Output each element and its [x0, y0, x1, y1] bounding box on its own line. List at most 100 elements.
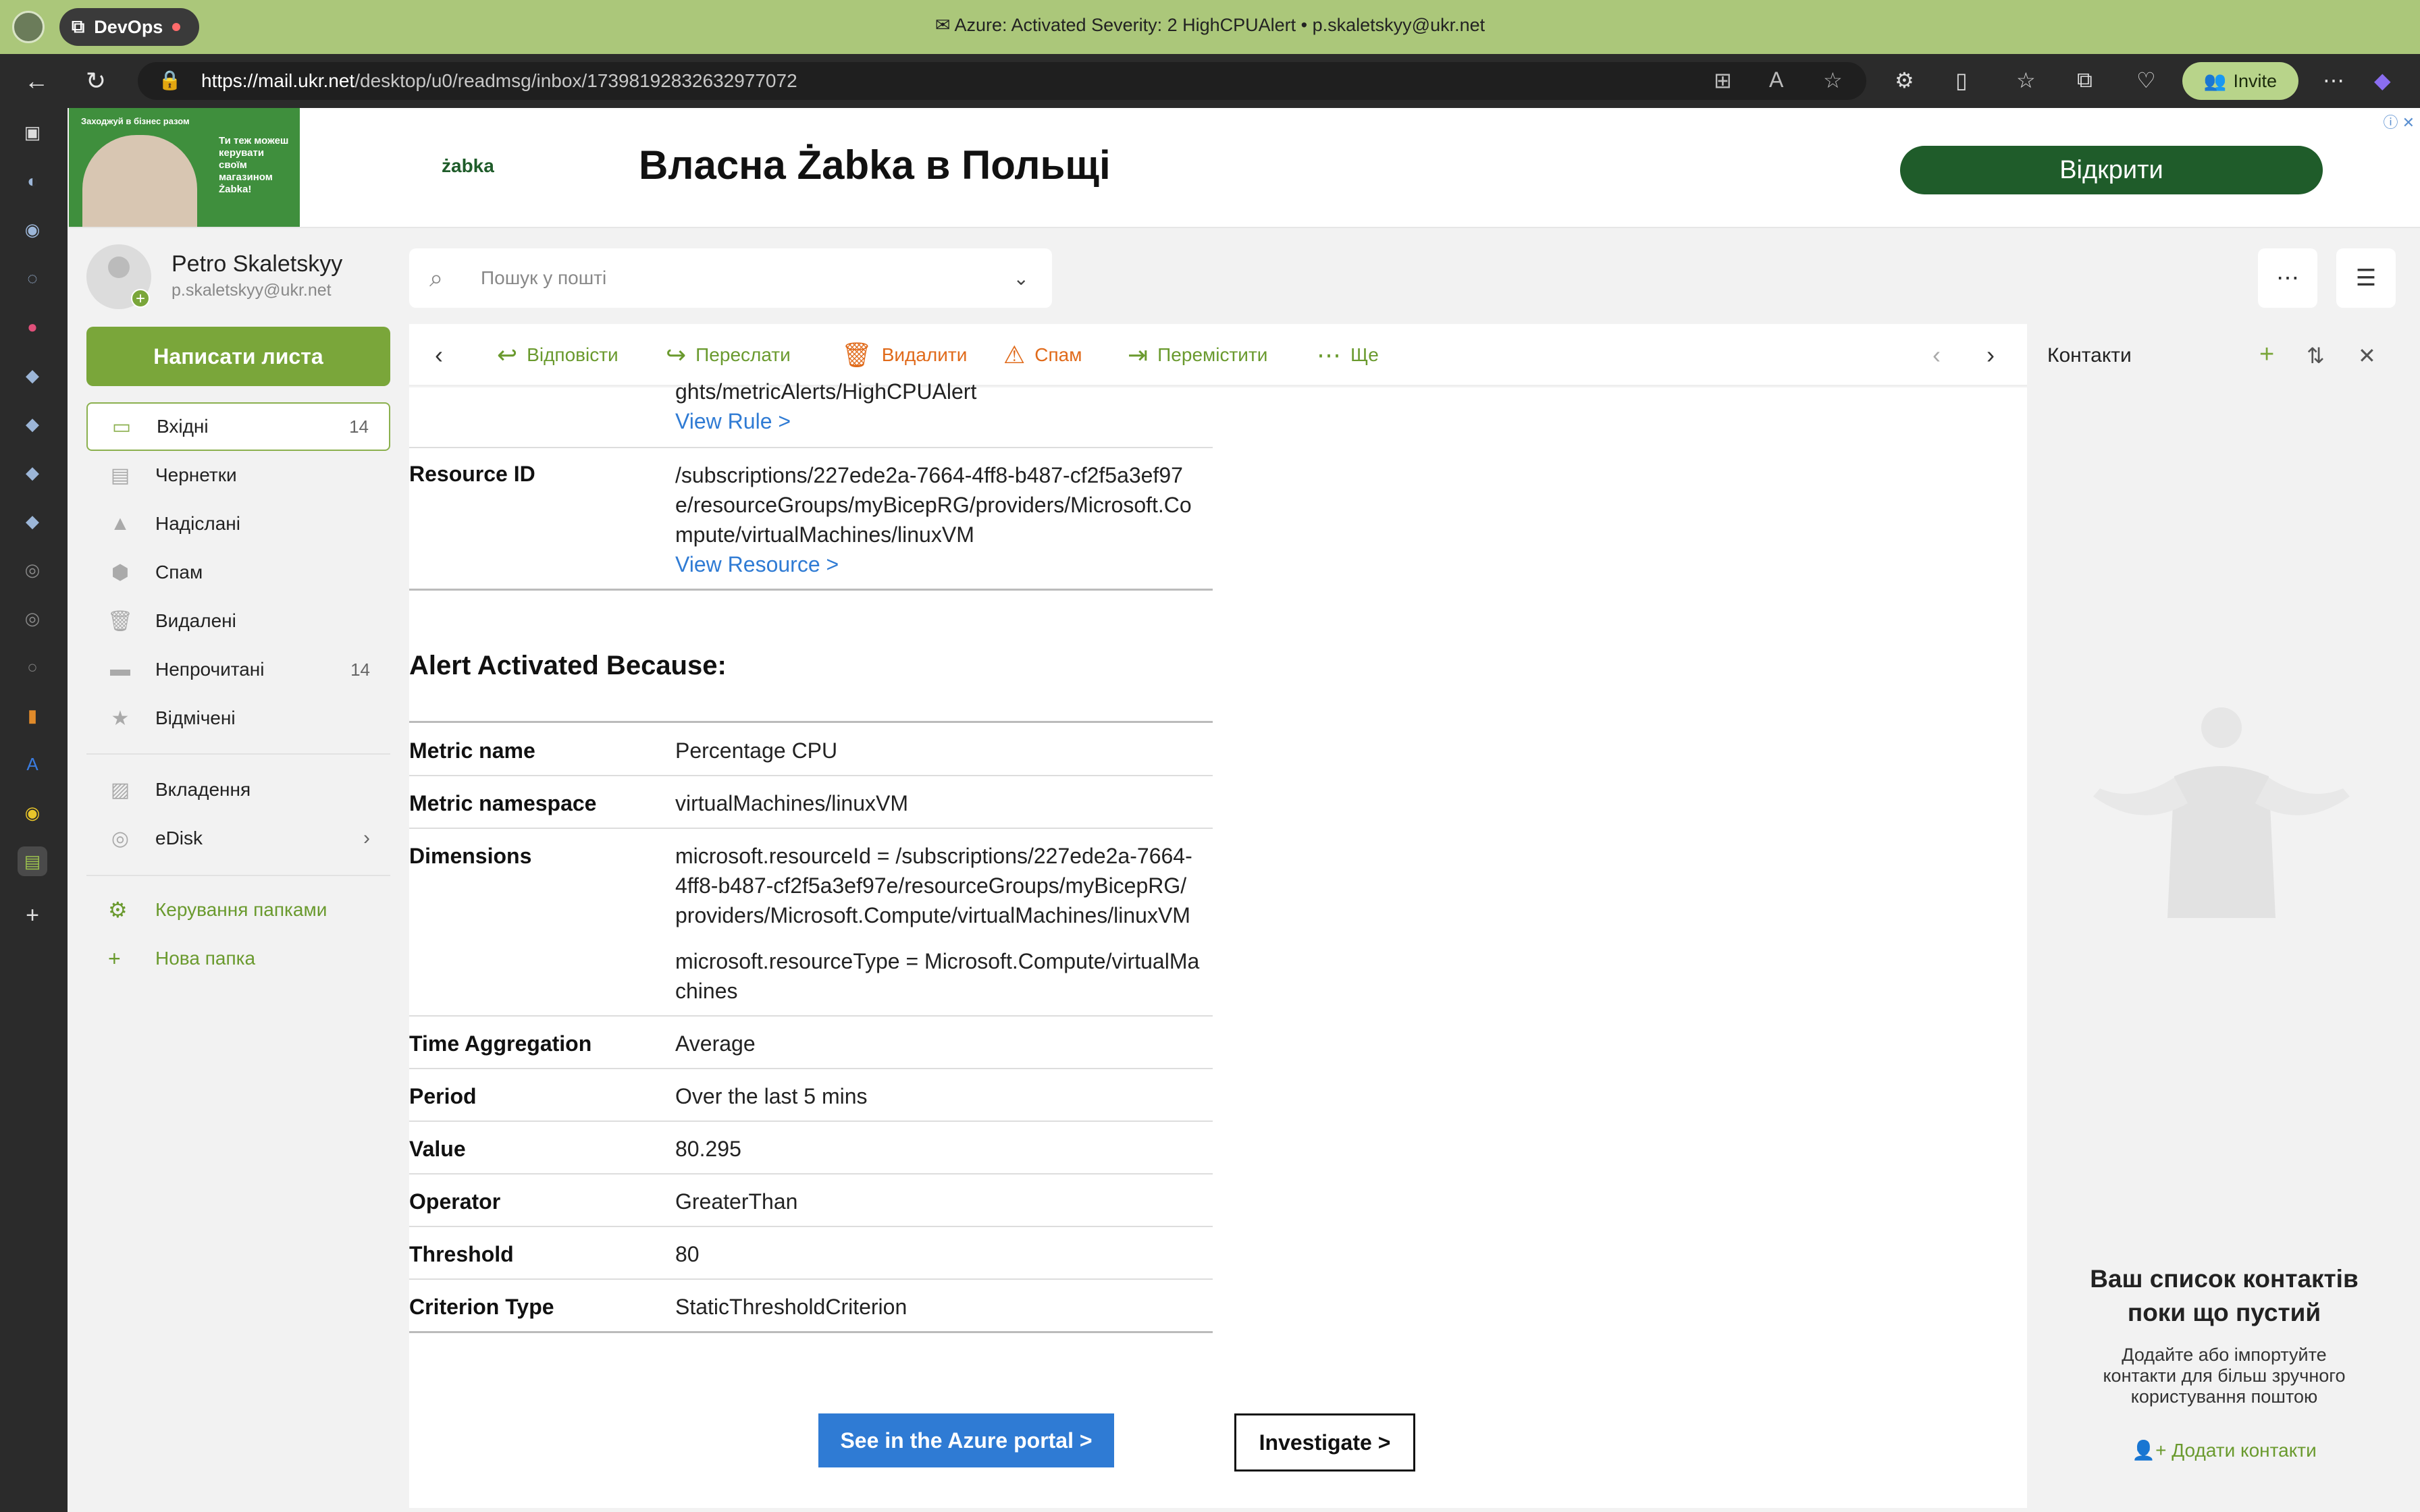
tab-favicon[interactable]: ◆: [18, 409, 47, 439]
folder-unread[interactable]: ▬ Непрочитані 14: [86, 645, 390, 694]
add-avatar-icon[interactable]: +: [131, 289, 150, 308]
forward-icon: ↪: [666, 341, 687, 369]
view-rule-link[interactable]: View Rule >: [675, 406, 1215, 436]
copilot-icon[interactable]: ◆: [2374, 68, 2391, 93]
rule-path-text: ghts/metricAlerts/HighCPUAlert: [675, 379, 977, 404]
move-button[interactable]: ⇥ Перемістити: [1128, 340, 1267, 370]
investigate-button[interactable]: Investigate >: [1234, 1413, 1415, 1472]
lock-icon[interactable]: 🔒: [158, 69, 182, 91]
folder-starred[interactable]: ★ Відмічені: [86, 694, 390, 742]
resource-id-line: mpute/virtualMachines/linuxVM: [675, 522, 974, 547]
folder-label: Відмічені: [155, 707, 236, 728]
url-field[interactable]: https://mail.ukr.net/desktop/u0/readmsg/…: [138, 62, 1866, 100]
table-divider: [409, 775, 1213, 776]
folder-label: Спам: [155, 562, 203, 583]
user-avatar[interactable]: +: [86, 244, 151, 309]
reply-button[interactable]: ↩ Відповісти: [497, 340, 619, 370]
more-menu-icon[interactable]: ⋯: [2323, 68, 2344, 93]
tab-favicon[interactable]: ◎: [18, 603, 47, 633]
folder-attachments[interactable]: ▨ Вкладення: [86, 765, 390, 814]
more-actions-button[interactable]: ⋯ Ще: [1317, 340, 1379, 370]
ad-image[interactable]: Заходжуй в бізнес разом Ти теж можеш кер…: [69, 108, 300, 227]
add-contacts-link[interactable]: 👤+ Додати контакти: [2047, 1439, 2401, 1461]
view-resource-link[interactable]: View Resource >: [675, 549, 1215, 579]
browser-essentials-icon[interactable]: ♡: [2136, 68, 2156, 93]
chevron-right-icon[interactable]: ›: [363, 827, 370, 850]
menu-button[interactable]: ☰: [2336, 248, 2396, 308]
tab-favicon[interactable]: ◐: [18, 166, 47, 196]
folder-spam[interactable]: ⬢ Спам: [86, 548, 390, 597]
shrug-illustration-icon: [2093, 707, 2350, 918]
folder-edisk[interactable]: ◎ eDisk ›: [86, 814, 390, 863]
folder-sent[interactable]: ▲ Надіслані: [86, 500, 390, 548]
ad-banner[interactable]: Заходжуй в бізнес разом Ти теж можеш кер…: [69, 108, 2420, 228]
sort-icon[interactable]: ⇅: [2307, 343, 2325, 369]
folder-trash[interactable]: 🗑 Видалені: [86, 597, 390, 645]
new-folder-label: Нова папка: [155, 948, 256, 969]
tab-favicon[interactable]: ◆: [18, 360, 47, 390]
tab-favicon[interactable]: ◌: [18, 263, 47, 293]
dimensions-value: microsoft.resourceId = /subscriptions/22…: [675, 841, 1215, 1006]
operator-label: Operator: [409, 1189, 501, 1214]
url-host: https://mail.ukr.net: [201, 70, 355, 91]
tab-favicon[interactable]: ▮: [18, 701, 47, 730]
user-email: p.skaletskyy@ukr.net: [172, 281, 332, 300]
add-contact-icon[interactable]: +: [2259, 340, 2274, 369]
forward-button[interactable]: ↪ Переслати: [666, 340, 791, 370]
forward-label: Переслати: [695, 344, 791, 365]
search-icon: ⌕: [429, 263, 444, 292]
new-folder-link[interactable]: + Нова папка: [86, 938, 390, 979]
read-aloud-icon[interactable]: A: [1769, 68, 1783, 92]
section-title: Alert Activated Because:: [409, 651, 727, 680]
more-circle-icon: ⋯: [1317, 341, 1341, 369]
sidebar-divider: [86, 875, 390, 876]
collections-icon[interactable]: ⧉: [2077, 68, 2093, 93]
tab-favicon[interactable]: ◉: [18, 798, 47, 828]
manage-folders-label: Керування папками: [155, 899, 327, 920]
split-screen-icon[interactable]: ▯: [1955, 68, 1968, 93]
gear-icon: ⚙: [108, 898, 128, 922]
chevron-down-icon[interactable]: ⌄: [1014, 267, 1029, 290]
folder-inbox[interactable]: ▭ Вхідні 14: [86, 402, 390, 451]
tab-favicon[interactable]: ◎: [18, 555, 47, 585]
reload-icon[interactable]: ↻: [78, 63, 113, 99]
azure-portal-button[interactable]: See in the Azure portal >: [818, 1413, 1114, 1467]
azure-tab-icon[interactable]: A: [18, 749, 47, 779]
compose-button[interactable]: Написати листа: [86, 327, 390, 386]
manage-folders-link[interactable]: ⚙ Керування папками: [86, 890, 390, 930]
favorite-star-icon[interactable]: ☆: [1823, 68, 1843, 93]
previous-message-button[interactable]: ‹: [1932, 340, 1941, 370]
new-tab-icon[interactable]: +: [18, 900, 47, 930]
close-icon[interactable]: ✕: [2358, 343, 2376, 369]
criterion-type-value: StaticThresholdCriterion: [675, 1295, 908, 1319]
favorites-icon[interactable]: ☆: [2016, 68, 2036, 93]
mail-tab-icon[interactable]: ▤: [18, 846, 47, 876]
tab-favicon[interactable]: ◉: [18, 215, 47, 244]
ad-open-button[interactable]: Відкрити: [1900, 146, 2323, 194]
dimension-line: microsoft.resourceType = Microsoft.Compu…: [675, 949, 1200, 973]
tab-actions-icon[interactable]: ▣: [18, 117, 47, 147]
tab-favicon[interactable]: ◆: [18, 458, 47, 487]
search-placeholder: Пошук у пошті: [481, 267, 607, 288]
extensions-icon[interactable]: ⚙: [1895, 68, 1914, 93]
folder-label: Чернетки: [155, 464, 237, 485]
mail-search[interactable]: ⌕ Пошук у пошті ⌄: [409, 248, 1052, 308]
table-divider: [409, 589, 1213, 591]
tab-favicon[interactable]: ◆: [18, 506, 47, 536]
ad-headline[interactable]: Власна Żabka в Польщі: [639, 142, 1111, 188]
more-options-button[interactable]: ⋯: [2258, 248, 2317, 308]
tab-favicon[interactable]: ○: [18, 652, 47, 682]
disk-icon: ◎: [111, 827, 130, 850]
inbox-icon: ▭: [111, 415, 132, 438]
back-to-list-button[interactable]: ‹: [435, 340, 443, 370]
invite-button[interactable]: 👥 Invite: [2182, 62, 2298, 100]
tab-favicon[interactable]: ●: [18, 312, 47, 342]
threshold-label: Threshold: [409, 1242, 514, 1266]
app-install-icon[interactable]: ⊞: [1714, 68, 1732, 93]
ad-close-icon[interactable]: ⓘ ✕: [2383, 111, 2415, 132]
folder-drafts[interactable]: ▤ Чернетки: [86, 451, 390, 500]
next-message-button[interactable]: ›: [1987, 340, 1995, 370]
delete-button[interactable]: 🗑 Видалити: [841, 340, 967, 370]
spam-button[interactable]: ⚠ Спам: [1003, 340, 1082, 370]
back-icon[interactable]: ←: [19, 63, 54, 99]
